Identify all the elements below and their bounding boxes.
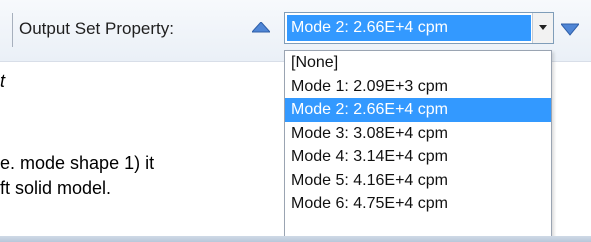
dropdown-option-mode-2[interactable]: Mode 2: 2.66E+4 cpm — [285, 98, 551, 122]
dropdown-option-mode-5[interactable]: Mode 5: 4.16E+4 cpm — [285, 169, 551, 193]
arrow-down-icon[interactable] — [561, 22, 579, 36]
dropdown-option-mode-4[interactable]: Mode 4: 3.14E+4 cpm — [285, 145, 551, 169]
output-set-property-label: Output Set Property: — [19, 19, 174, 38]
window-bottom-edge — [0, 236, 591, 242]
dropdown-button[interactable] — [532, 13, 553, 43]
dropdown-option-none[interactable]: [None] — [285, 51, 551, 75]
dropdown-option-mode-3[interactable]: Mode 3: 3.08E+4 cpm — [285, 122, 551, 146]
output-set-selected-value: Mode 2: 2.66E+4 cpm — [287, 15, 531, 41]
toolbar-separator — [12, 13, 13, 47]
arrow-up-icon[interactable] — [252, 22, 270, 34]
output-set-dropdown-list: [None] Mode 1: 2.09E+3 cpm Mode 2: 2.66E… — [284, 50, 552, 242]
document-text-line-2: ft solid model. — [0, 178, 112, 198]
chevron-down-icon — [539, 25, 547, 30]
output-set-combobox[interactable]: Mode 2: 2.66E+4 cpm — [284, 12, 554, 44]
document-text-line-1: e. mode shape 1) it — [0, 153, 155, 173]
dropdown-option-mode-1[interactable]: Mode 1: 2.09E+3 cpm — [285, 75, 551, 99]
dropdown-option-mode-6[interactable]: Mode 6: 4.75E+4 cpm — [285, 192, 551, 216]
document-text-fragment: t — [0, 71, 6, 91]
